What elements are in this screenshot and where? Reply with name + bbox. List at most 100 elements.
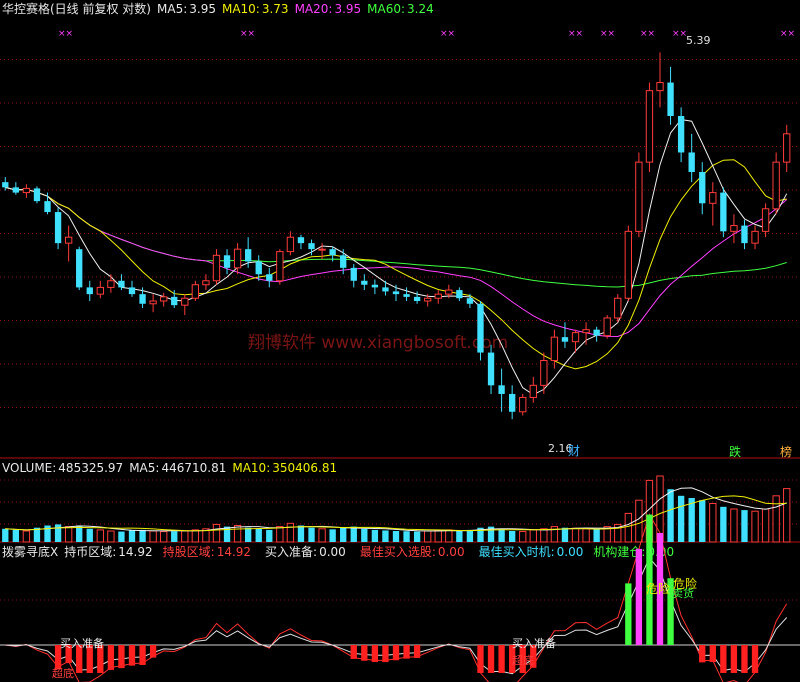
candle-body bbox=[571, 332, 580, 343]
candle-body bbox=[498, 385, 505, 394]
candle-body bbox=[12, 187, 20, 193]
candle-body bbox=[223, 255, 231, 268]
volume-bar bbox=[139, 529, 146, 542]
top-marks: ×× ×× ×× ×× ×× ×× ×× ×× bbox=[58, 29, 795, 39]
volume-bar bbox=[318, 528, 326, 543]
candle-body bbox=[403, 294, 410, 297]
candle-body bbox=[456, 290, 463, 299]
indicator-labels: 买入准备 超底 买入准备 超底 危险 危险 卖货 bbox=[52, 576, 697, 680]
volume-bar bbox=[371, 529, 379, 542]
bottom-bar bbox=[128, 645, 136, 666]
top-cross-marker: ×× bbox=[780, 29, 795, 39]
volume-bar bbox=[424, 530, 432, 543]
volume-bar bbox=[297, 525, 305, 542]
chart-stage: 华控赛格(日线 前复权 对数) MA5: 3.95 MA10: 3.73 MA20: 3.9… bbox=[0, 0, 800, 682]
candle-body bbox=[76, 249, 83, 288]
chart-svg: 翔博软件 www.xiangbosoft.com ×× ×× ×× ×× ×× ×× ×× ×… bbox=[0, 29, 800, 682]
top-cross-marker: ×× bbox=[672, 29, 687, 39]
signal-bang: 榜 bbox=[780, 444, 792, 459]
volume-bar bbox=[519, 531, 527, 543]
candle-body bbox=[477, 303, 484, 353]
candle-body bbox=[255, 261, 262, 275]
candle-body bbox=[107, 280, 115, 288]
volume-bar bbox=[244, 527, 252, 542]
top-cross-marker: ×× bbox=[240, 29, 255, 39]
candle-body bbox=[22, 187, 31, 194]
candle-body bbox=[508, 393, 516, 412]
candle-body bbox=[382, 287, 389, 292]
candle-body bbox=[624, 230, 632, 299]
candle-body bbox=[86, 287, 93, 295]
candle-body bbox=[233, 248, 242, 269]
buy-prep-tag-1: 买入准备 bbox=[60, 636, 104, 650]
candle-body bbox=[730, 225, 738, 232]
candle-body bbox=[308, 243, 315, 250]
volume-bar bbox=[276, 526, 284, 543]
danger-bar bbox=[625, 583, 632, 645]
sell-tag: 卖货 bbox=[672, 586, 694, 600]
bottom-bar bbox=[498, 645, 505, 673]
candle-body bbox=[667, 82, 674, 116]
top-cross-marker: ×× bbox=[440, 29, 455, 39]
candle-body bbox=[181, 297, 189, 306]
volume-bar bbox=[233, 525, 242, 543]
volume-bar bbox=[361, 528, 368, 542]
volume-bar bbox=[382, 530, 389, 542]
candle-body bbox=[656, 82, 664, 92]
candle-body bbox=[603, 317, 611, 337]
volume-bar bbox=[508, 531, 516, 542]
candle-body bbox=[413, 296, 421, 301]
candle-body bbox=[44, 201, 51, 213]
volume-bar bbox=[76, 525, 83, 542]
candle-body bbox=[582, 329, 590, 334]
bottom-bar bbox=[361, 645, 368, 661]
ma20-line bbox=[5, 186, 788, 338]
buy-prep-tag-2: 买入准备 bbox=[512, 636, 556, 650]
volume-bar bbox=[96, 529, 104, 543]
volume-bar bbox=[624, 512, 632, 543]
bottom-bar bbox=[382, 645, 389, 663]
candle-body bbox=[2, 182, 9, 188]
candle-body bbox=[645, 90, 654, 163]
volume-bar bbox=[667, 489, 674, 542]
watermark: 翔博软件 www.xiangbosoft.com bbox=[248, 333, 508, 353]
volume-bar bbox=[445, 529, 453, 543]
volume-bar bbox=[22, 530, 31, 543]
volume-bar bbox=[709, 503, 717, 543]
volume-bar bbox=[498, 528, 505, 542]
candle-body bbox=[212, 254, 221, 282]
bottom-bar bbox=[720, 645, 727, 673]
candle-body bbox=[466, 298, 474, 304]
volume-bar bbox=[403, 531, 410, 542]
volume-bar bbox=[688, 498, 695, 542]
bottom-bar bbox=[403, 645, 410, 659]
candle-body bbox=[424, 297, 432, 302]
volume-bar bbox=[720, 506, 727, 542]
volume-bar bbox=[266, 529, 273, 542]
candle-body bbox=[350, 267, 357, 281]
volume-bar bbox=[64, 526, 73, 543]
candle-body bbox=[33, 188, 41, 202]
candle-body bbox=[751, 230, 759, 244]
candle-body bbox=[371, 284, 379, 288]
candle-body bbox=[772, 161, 780, 210]
bottom-bar bbox=[709, 645, 716, 663]
volume-bar bbox=[593, 529, 600, 542]
volume-bar bbox=[561, 527, 569, 542]
bottom-bar bbox=[350, 645, 357, 659]
candle-body bbox=[266, 274, 273, 281]
candle-body bbox=[276, 251, 284, 282]
bottom-bar bbox=[751, 645, 759, 673]
candle-body bbox=[286, 236, 295, 253]
volume-bar bbox=[730, 508, 738, 543]
candle-body bbox=[202, 280, 210, 286]
volume-bar bbox=[677, 495, 685, 542]
moving-averages bbox=[5, 118, 788, 396]
volume-bar bbox=[191, 529, 200, 543]
volume-bar bbox=[571, 527, 580, 543]
volume-bar bbox=[212, 523, 221, 543]
candle-body bbox=[139, 294, 146, 304]
ma5-line bbox=[5, 118, 788, 396]
candle-body bbox=[340, 255, 347, 268]
candle-body bbox=[128, 287, 136, 295]
